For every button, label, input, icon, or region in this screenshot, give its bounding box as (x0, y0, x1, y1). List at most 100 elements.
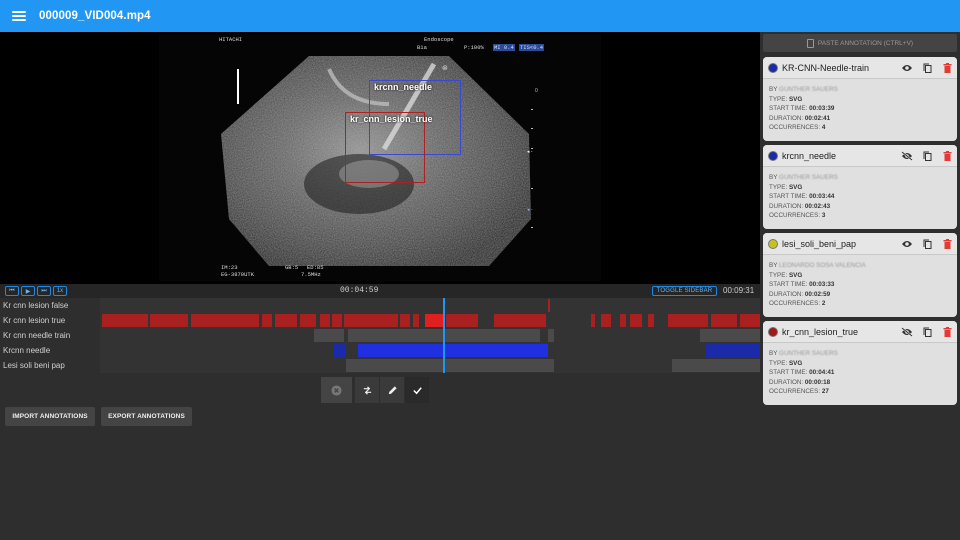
export-annotations-button[interactable]: EXPORT ANNOTATIONS (101, 407, 192, 426)
track-lane[interactable] (100, 343, 760, 358)
tis-label: TIS<0.4 (519, 44, 545, 51)
start-time-value: 00:03:44 (809, 193, 835, 201)
track-segment[interactable] (332, 314, 342, 327)
card-title: krcnn_needle (782, 150, 837, 161)
eye-off-icon[interactable] (897, 321, 917, 343)
skip-forward-button[interactable]: ⏭ (37, 286, 51, 296)
track-segment[interactable] (548, 329, 554, 342)
track-segment[interactable] (711, 314, 737, 327)
track-segment[interactable] (648, 314, 654, 327)
paste-annotation-button[interactable]: PASTE ANNOTATION (CTRL+V) (763, 34, 957, 52)
track-segment[interactable] (620, 314, 626, 327)
author-name: GUNTHER SAUERS (779, 174, 838, 181)
copy-icon[interactable] (917, 145, 937, 167)
annotation-card[interactable]: KR-CNN-Needle-train BY GUNTHER SAUERS TY… (763, 57, 957, 141)
eye-off-icon[interactable] (897, 145, 917, 167)
needle-bbox-label: krcnn_needle (374, 82, 433, 92)
track-segment[interactable] (668, 314, 708, 327)
track-segment[interactable] (150, 314, 188, 327)
annotation-card[interactable]: kr_cnn_lesion_true BY GUNTHER SAUERS TYP… (763, 321, 957, 405)
color-dot-icon[interactable] (768, 62, 778, 73)
skip-back-button[interactable]: ⏮ (5, 286, 19, 296)
check-icon[interactable] (405, 377, 430, 403)
delete-icon[interactable] (937, 321, 957, 343)
track-segment[interactable] (740, 314, 760, 327)
track-segment-active[interactable] (425, 314, 444, 327)
card-header: kr_cnn_lesion_true (763, 321, 957, 343)
track-segment[interactable] (314, 329, 344, 342)
track-row[interactable]: Krcnn needle (0, 343, 760, 358)
track-segment[interactable] (333, 344, 345, 357)
drawing-toolbar (321, 377, 353, 403)
track-row[interactable]: Kr cnn needle train (0, 328, 760, 343)
delete-icon[interactable] (937, 145, 957, 167)
track-segment[interactable] (102, 314, 148, 327)
track-segment[interactable] (300, 314, 316, 327)
card-title: kr_cnn_lesion_true (782, 326, 859, 337)
toggle-sidebar-button[interactable]: TOGGLE SIDEBAR (652, 286, 717, 296)
track-row[interactable]: Lesi soli beni pap (0, 358, 760, 373)
track-segment[interactable] (706, 344, 760, 357)
track-segment[interactable] (320, 314, 330, 327)
track-lane[interactable] (100, 313, 760, 328)
track-segment[interactable] (548, 299, 550, 312)
track-segment[interactable] (700, 329, 760, 342)
track-segment[interactable] (446, 314, 478, 327)
track-segment[interactable] (413, 314, 419, 327)
paste-annotation-label: PASTE ANNOTATION (CTRL+V) (817, 39, 914, 47)
edit-toolbar (355, 377, 430, 403)
start-time-value: 00:03:33 (809, 281, 835, 289)
video-player[interactable]: ⊛ 0 ◂ - ◂ - HITACHI Endoscope B1a P:100%… (0, 32, 760, 284)
brand-label: HITACHI (219, 36, 243, 43)
im-label: IM:23 (221, 264, 238, 271)
copy-icon[interactable] (917, 321, 937, 343)
card-body: BY LEONARDO SOSA VALENCIA TYPE: SVG STAR… (769, 262, 866, 308)
import-annotations-button[interactable]: IMPORT ANNOTATIONS (5, 407, 95, 426)
play-button[interactable]: ▶ (21, 286, 35, 296)
playhead[interactable] (443, 298, 445, 373)
delete-icon[interactable] (937, 57, 957, 79)
track-segment[interactable] (400, 314, 410, 327)
track-segment[interactable] (494, 314, 546, 327)
card-title: KR-CNN-Needle-train (782, 62, 870, 73)
track-segment[interactable] (346, 359, 554, 372)
copy-icon[interactable] (917, 233, 937, 255)
ultrasound-frame[interactable]: ⊛ 0 ◂ - ◂ - HITACHI Endoscope B1a P:100%… (159, 34, 601, 281)
app-header: 000009_VID004.mp4 (0, 0, 960, 32)
menu-icon[interactable] (12, 11, 26, 21)
track-lane[interactable] (100, 328, 760, 343)
svg-text:⊛: ⊛ (442, 65, 448, 72)
track-row[interactable]: Kr cnn lesion true (0, 313, 760, 328)
track-label: Krcnn needle (0, 343, 100, 358)
annotation-card[interactable]: lesi_soli_beni_pap BY LEONARDO SOSA VALE… (763, 233, 957, 317)
track-segment[interactable] (275, 314, 297, 327)
color-dot-icon[interactable] (768, 238, 778, 249)
track-row[interactable]: Kr cnn lesion false (0, 298, 760, 313)
track-segment[interactable] (630, 314, 642, 327)
copy-icon[interactable] (917, 57, 937, 79)
annotation-card[interactable]: krcnn_needle BY GUNTHER SAUERS TYPE: SVG… (763, 145, 957, 229)
track-lane[interactable] (100, 358, 760, 373)
lesion-bbox-label: kr_cnn_lesion_true (350, 114, 433, 124)
pencil-icon[interactable] (380, 377, 405, 403)
clear-icon[interactable] (321, 377, 353, 403)
speed-button[interactable]: 1x (53, 286, 67, 296)
color-dot-icon[interactable] (768, 326, 778, 337)
track-segment[interactable] (672, 359, 760, 372)
track-segment[interactable] (191, 314, 259, 327)
track-segment[interactable] (358, 344, 548, 357)
freq-label: 7.5MHz (301, 271, 321, 278)
delete-icon[interactable] (937, 233, 957, 255)
color-dot-icon[interactable] (768, 150, 778, 161)
track-segment[interactable] (601, 314, 611, 327)
swap-icon[interactable] (355, 377, 380, 403)
track-segment[interactable] (591, 314, 595, 327)
eye-icon[interactable] (897, 233, 917, 255)
annotation-timeline[interactable]: Kr cnn lesion false Kr cnn lesion true K… (0, 298, 760, 373)
track-segment[interactable] (262, 314, 272, 327)
eye-icon[interactable] (897, 57, 917, 79)
duration-value: 00:02:59 (804, 290, 831, 298)
card-header: lesi_soli_beni_pap (763, 233, 957, 255)
track-segment[interactable] (344, 314, 398, 327)
track-lane[interactable] (100, 298, 760, 313)
